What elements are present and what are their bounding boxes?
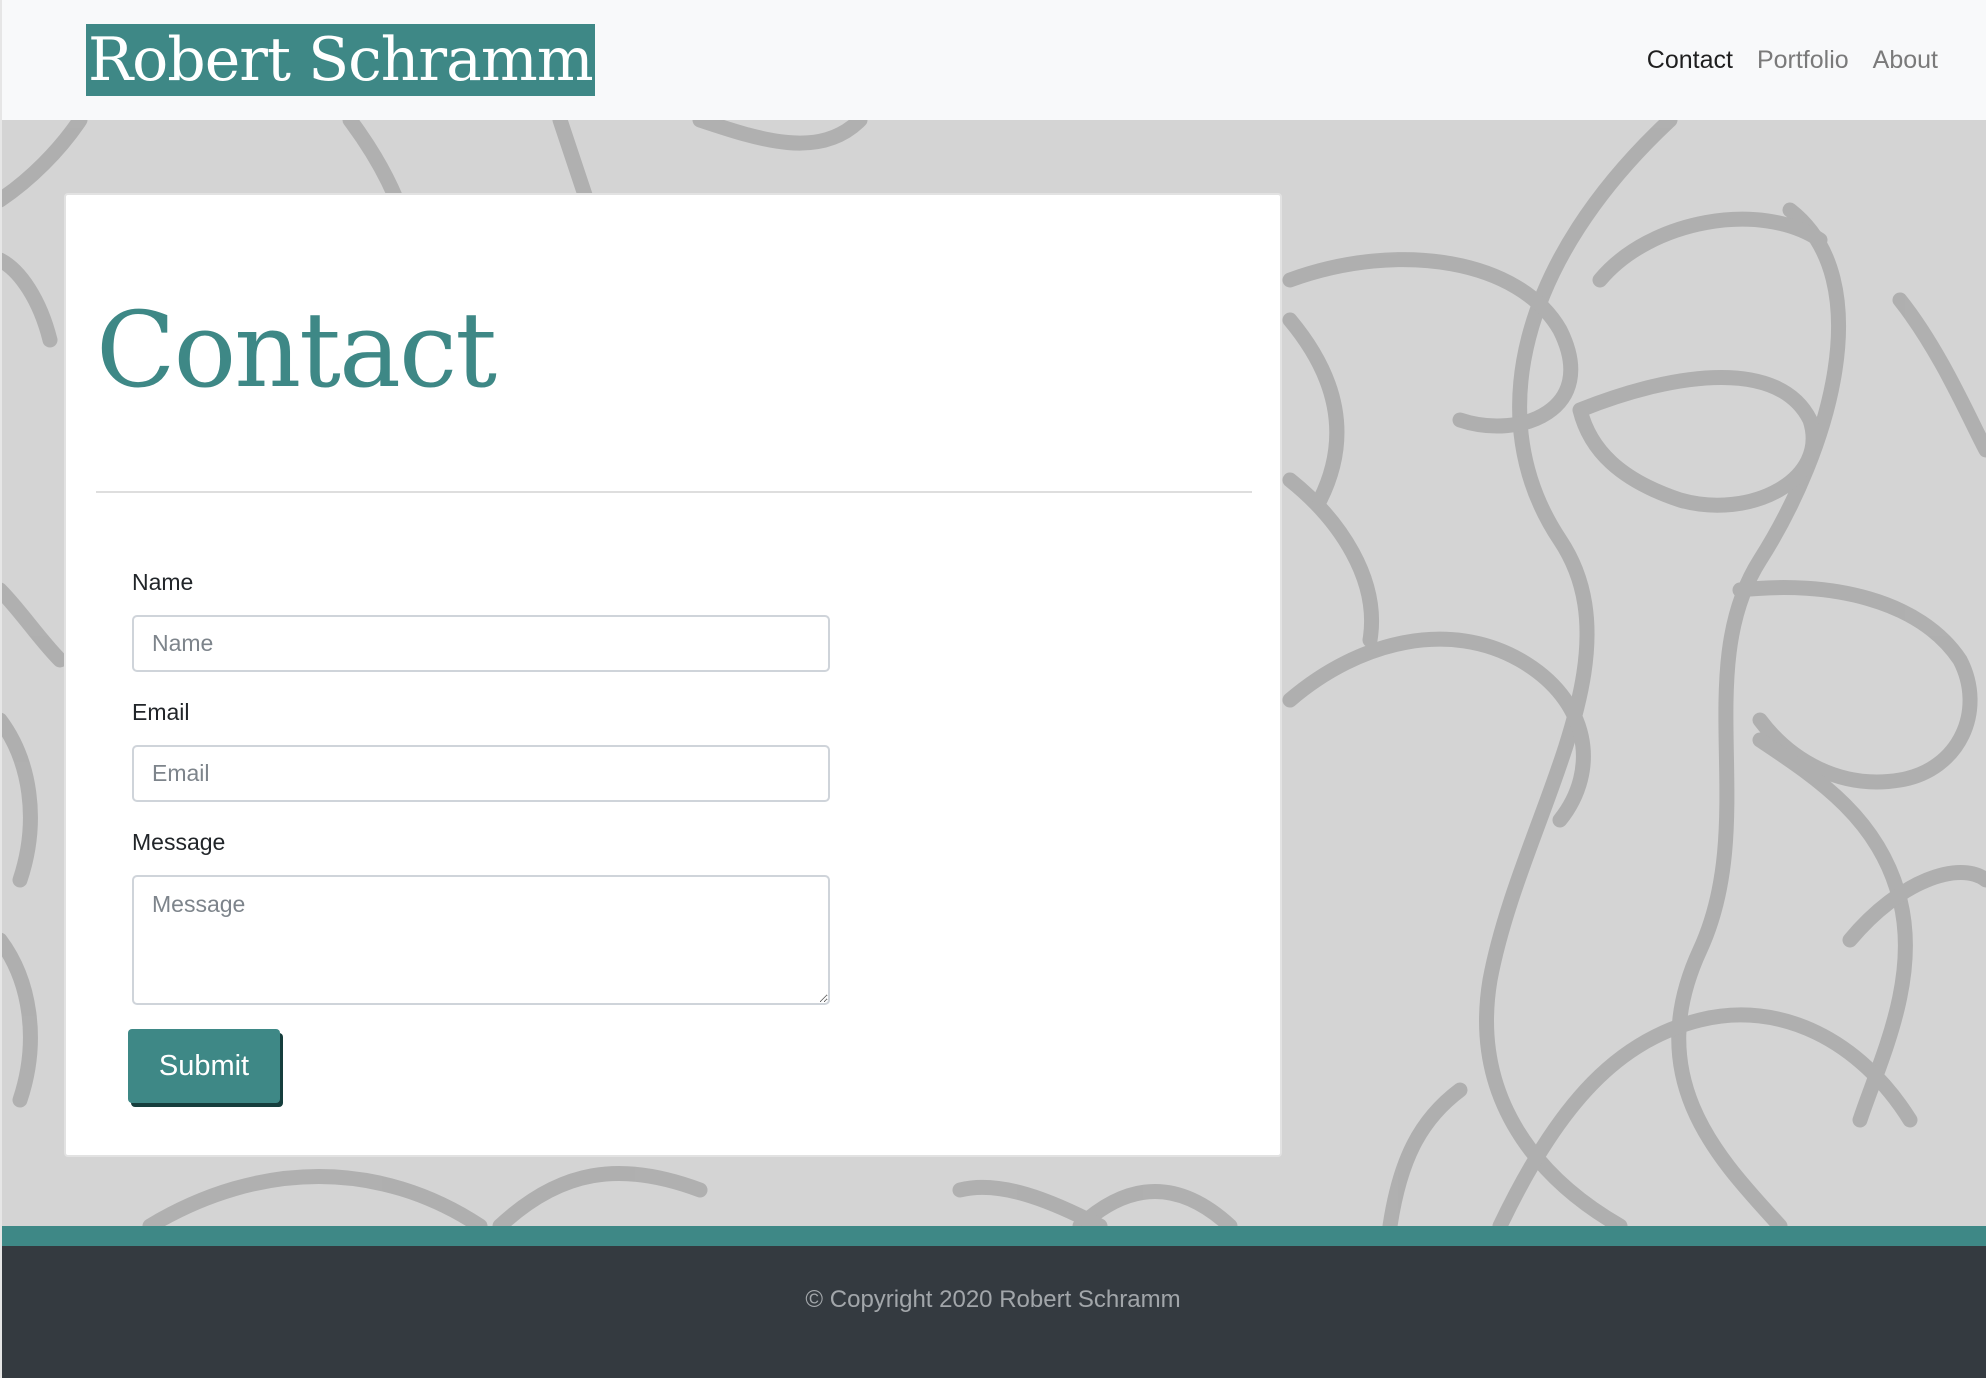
window-left-edge [0, 0, 2, 1378]
message-label: Message [132, 829, 226, 855]
message-textarea[interactable] [132, 875, 830, 1005]
nav-links: Contact Portfolio About [1647, 38, 1938, 82]
navbar: Robert Schramm Contact Portfolio About [0, 0, 1986, 120]
contact-card: Contact Name Email Message Submit [64, 193, 1282, 1157]
copyright-text: © Copyright 2020 Robert Schramm [805, 1286, 1181, 1313]
name-input[interactable] [132, 615, 830, 672]
email-label: Email [132, 699, 190, 725]
brand-logo[interactable]: Robert Schramm [86, 24, 595, 96]
page-title: Contact [96, 289, 497, 411]
nav-link-portfolio[interactable]: Portfolio [1757, 38, 1849, 82]
footer-accent-bar [0, 1226, 1986, 1246]
submit-button[interactable]: Submit [128, 1029, 280, 1103]
name-label: Name [132, 569, 194, 595]
footer: © Copyright 2020 Robert Schramm [0, 1246, 1986, 1378]
nav-link-contact[interactable]: Contact [1647, 38, 1733, 82]
nav-link-about[interactable]: About [1873, 38, 1938, 82]
title-divider [96, 491, 1252, 493]
email-input[interactable] [132, 745, 830, 802]
